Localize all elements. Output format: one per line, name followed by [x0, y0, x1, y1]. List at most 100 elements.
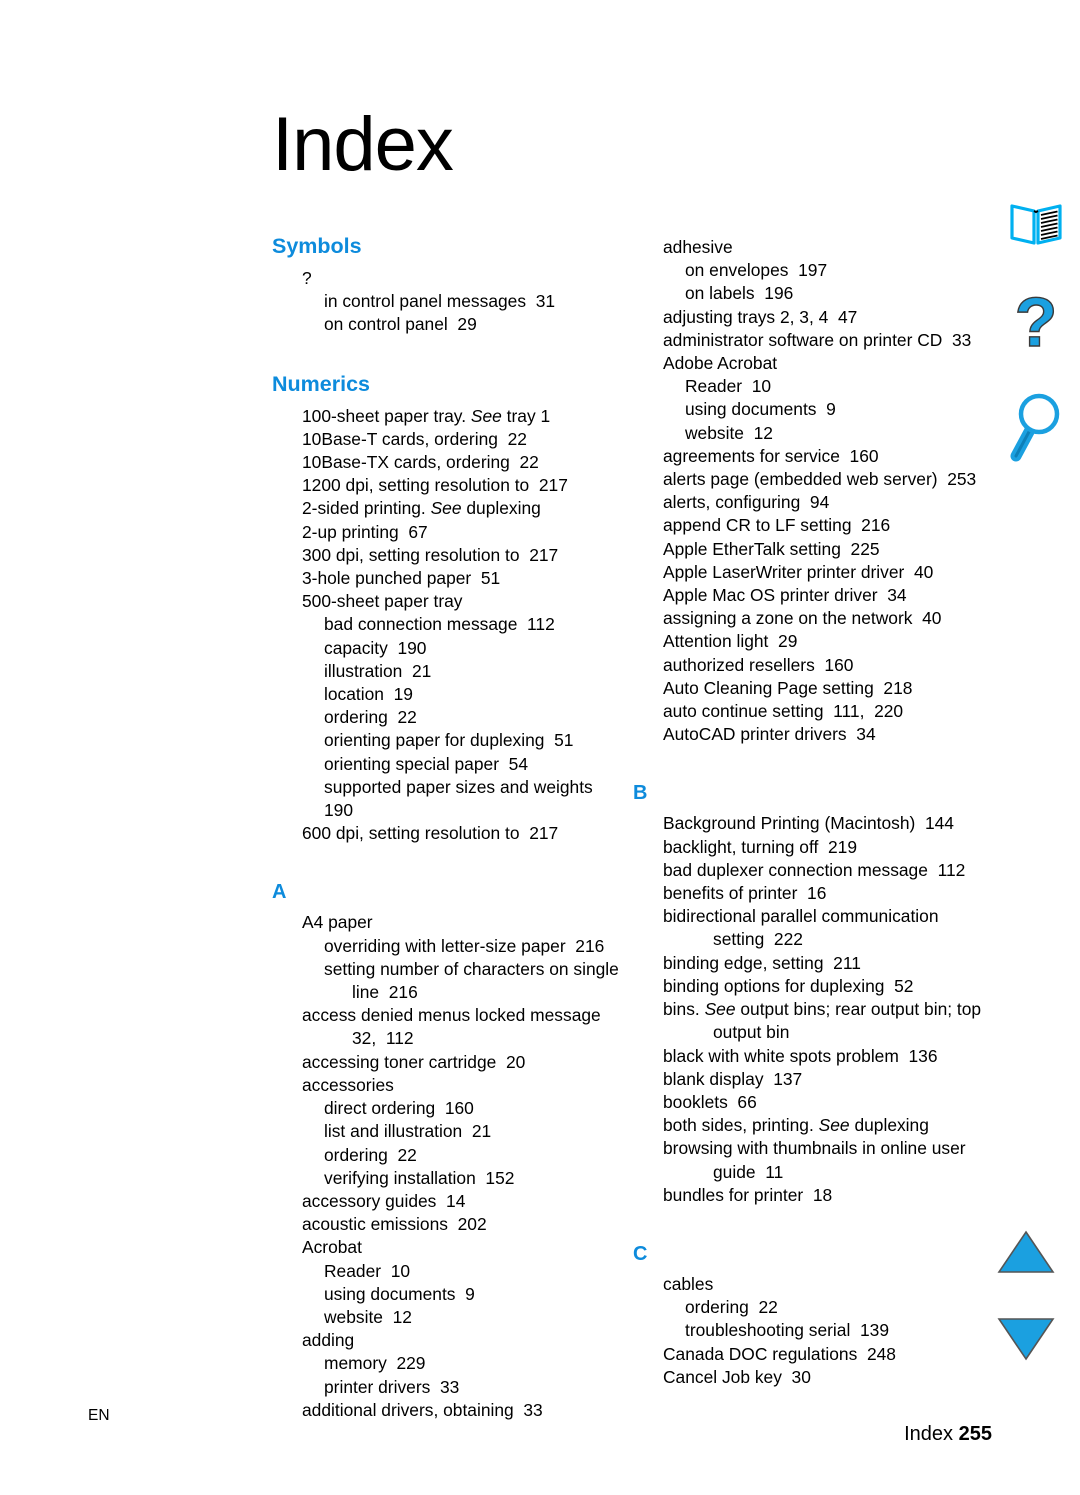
index-entry[interactable]: 1200 dpi, setting resolution to 217	[266, 474, 627, 497]
index-entry[interactable]: bins. See output bins; rear output bin; …	[627, 998, 988, 1021]
index-entry[interactable]: supported paper sizes and weights 190	[266, 776, 627, 822]
index-entry[interactable]: both sides, printing. See duplexing	[627, 1114, 988, 1137]
index-entry[interactable]: bad duplexer connection message 112	[627, 859, 988, 882]
index-entry[interactable]: memory 229	[266, 1352, 627, 1375]
index-entry[interactable]: booklets 66	[627, 1091, 988, 1114]
index-section: adhesive on envelopes 197 on labels 196 adj…	[627, 236, 988, 746]
index-entry[interactable]: verifying installation 152	[266, 1167, 627, 1190]
index-entry[interactable]: black with white spots problem 136	[627, 1045, 988, 1068]
index-entry[interactable]: bidirectional parallel communication	[627, 905, 988, 928]
index-entry[interactable]: 10Base-TX cards, ordering 22	[266, 451, 627, 474]
index-entry[interactable]: cables	[627, 1273, 988, 1296]
index-entry[interactable]: using documents 9	[266, 1283, 627, 1306]
index-entry[interactable]: ordering 22	[627, 1296, 988, 1319]
index-entry[interactable]: setting 222	[627, 928, 988, 951]
open-book-icon[interactable]	[1008, 200, 1064, 253]
index-entry[interactable]: Apple LaserWriter printer driver 40	[627, 561, 988, 584]
index-entry[interactable]: orienting paper for duplexing 51	[266, 729, 627, 752]
index-entry[interactable]: accessories	[266, 1074, 627, 1097]
triangle-down-icon[interactable]	[997, 1316, 1055, 1367]
index-entry[interactable]: Background Printing (Macintosh) 144	[627, 812, 988, 835]
index-entry[interactable]: website 12	[627, 422, 988, 445]
index-entry[interactable]: authorized resellers 160	[627, 654, 988, 677]
index-entry[interactable]: Acrobat	[266, 1236, 627, 1259]
index-entry[interactable]: binding edge, setting 211	[627, 952, 988, 975]
index-entry[interactable]: 300 dpi, setting resolution to 217	[266, 544, 627, 567]
index-entry[interactable]: append CR to LF setting 216	[627, 514, 988, 537]
index-entry[interactable]: A4 paper	[266, 911, 627, 934]
index-entry[interactable]: location 19	[266, 683, 627, 706]
index-columns: Symbols? in control panel messages 31 on c…	[266, 235, 988, 1422]
index-entry[interactable]: auto continue setting 111, 220	[627, 700, 988, 723]
index-entry[interactable]: bundles for printer 18	[627, 1184, 988, 1207]
index-entry[interactable]: alerts, configuring 94	[627, 491, 988, 514]
index-entry[interactable]: on envelopes 197	[627, 259, 988, 282]
index-entry[interactable]: ordering 22	[266, 1144, 627, 1167]
index-section-heading: B	[633, 782, 648, 805]
index-entry[interactable]: in control panel messages 31	[266, 290, 627, 313]
index-entry-target: duplexing	[849, 1115, 929, 1136]
index-entry[interactable]: capacity 190	[266, 637, 627, 660]
index-entry[interactable]: 2-sided printing. See duplexing	[266, 497, 627, 520]
index-entry[interactable]: printer drivers 33	[266, 1376, 627, 1399]
index-entry[interactable]: accessing toner cartridge 20	[266, 1051, 627, 1074]
index-entry-see: See	[470, 405, 502, 426]
index-entry[interactable]: on labels 196	[627, 282, 988, 305]
index-entry[interactable]: access denied menus locked message	[266, 1004, 627, 1027]
index-entry[interactable]: 10Base-T cards, ordering 22	[266, 428, 627, 451]
index-entry[interactable]: on control panel 29	[266, 313, 627, 336]
magnifier-icon[interactable]	[1008, 390, 1064, 471]
index-entry[interactable]: acoustic emissions 202	[266, 1213, 627, 1236]
index-entry[interactable]: 500-sheet paper tray	[266, 590, 627, 613]
index-section-heading: C	[633, 1242, 648, 1265]
index-entry[interactable]: browsing with thumbnails in online user	[627, 1137, 988, 1160]
index-entry[interactable]: Apple EtherTalk setting 225	[627, 538, 988, 561]
index-entry[interactable]: setting number of characters on single	[266, 958, 627, 981]
index-entry[interactable]: adhesive	[627, 236, 988, 259]
index-entry[interactable]: ?	[266, 267, 627, 290]
index-entry[interactable]: Auto Cleaning Page setting 218	[627, 677, 988, 700]
index-entry[interactable]: Reader 10	[266, 1260, 627, 1283]
index-entry[interactable]: AutoCAD printer drivers 34	[627, 723, 988, 746]
index-entry[interactable]: 100-sheet paper tray. See tray 1	[266, 405, 627, 428]
index-entry[interactable]: Reader 10	[627, 375, 988, 398]
index-entry[interactable]: Canada DOC regulations 248	[627, 1343, 988, 1366]
index-entry[interactable]: agreements for service 160	[627, 445, 988, 468]
index-entry[interactable]: overriding with letter-size paper 216	[266, 935, 627, 958]
index-entry[interactable]: direct ordering 160	[266, 1097, 627, 1120]
index-entry[interactable]: 2-up printing 67	[266, 521, 627, 544]
index-entry[interactable]: 32, 112	[266, 1027, 627, 1050]
index-entry[interactable]: binding options for duplexing 52	[627, 975, 988, 998]
index-entry[interactable]: Adobe Acrobat	[627, 352, 988, 375]
triangle-up-icon[interactable]	[997, 1229, 1055, 1280]
index-entry[interactable]: additional drivers, obtaining 33	[266, 1399, 627, 1422]
index-entry[interactable]: accessory guides 14	[266, 1190, 627, 1213]
index-entry[interactable]: 600 dpi, setting resolution to 217	[266, 822, 627, 845]
index-entry[interactable]: backlight, turning off 219	[627, 836, 988, 859]
index-entry[interactable]: benefits of printer 16	[627, 882, 988, 905]
index-entry[interactable]: bad connection message 112	[266, 613, 627, 636]
index-entry[interactable]: Apple Mac OS printer driver 34	[627, 584, 988, 607]
footer-language: EN	[88, 1407, 110, 1424]
index-entry[interactable]: Attention light 29	[627, 630, 988, 653]
index-entry[interactable]: output bin	[627, 1021, 988, 1044]
index-entry[interactable]: 3-hole punched paper 51	[266, 567, 627, 590]
question-mark-icon[interactable]: ?	[1007, 282, 1065, 369]
index-entry[interactable]: illustration 21	[266, 660, 627, 683]
index-entry[interactable]: Cancel Job key 30	[627, 1366, 988, 1389]
index-entry[interactable]: ordering 22	[266, 706, 627, 729]
index-entry[interactable]: assigning a zone on the network 40	[627, 607, 988, 630]
index-entry[interactable]: alerts page (embedded web server) 253	[627, 468, 988, 491]
index-entry[interactable]: administrator software on printer CD 33	[627, 329, 988, 352]
index-entry[interactable]: troubleshooting serial 139	[627, 1319, 988, 1342]
index-entry[interactable]: orienting special paper 54	[266, 753, 627, 776]
index-entry[interactable]: using documents 9	[627, 398, 988, 421]
index-page: Index Symbols? in control panel messages …	[0, 0, 1080, 1495]
index-entry[interactable]: guide 11	[627, 1161, 988, 1184]
index-entry[interactable]: blank display 137	[627, 1068, 988, 1091]
index-entry[interactable]: website 12	[266, 1306, 627, 1329]
index-entry[interactable]: adding	[266, 1329, 627, 1352]
index-entry[interactable]: line 216	[266, 981, 627, 1004]
index-entry[interactable]: list and illustration 21	[266, 1120, 627, 1143]
index-entry[interactable]: adjusting trays 2, 3, 4 47	[627, 306, 988, 329]
